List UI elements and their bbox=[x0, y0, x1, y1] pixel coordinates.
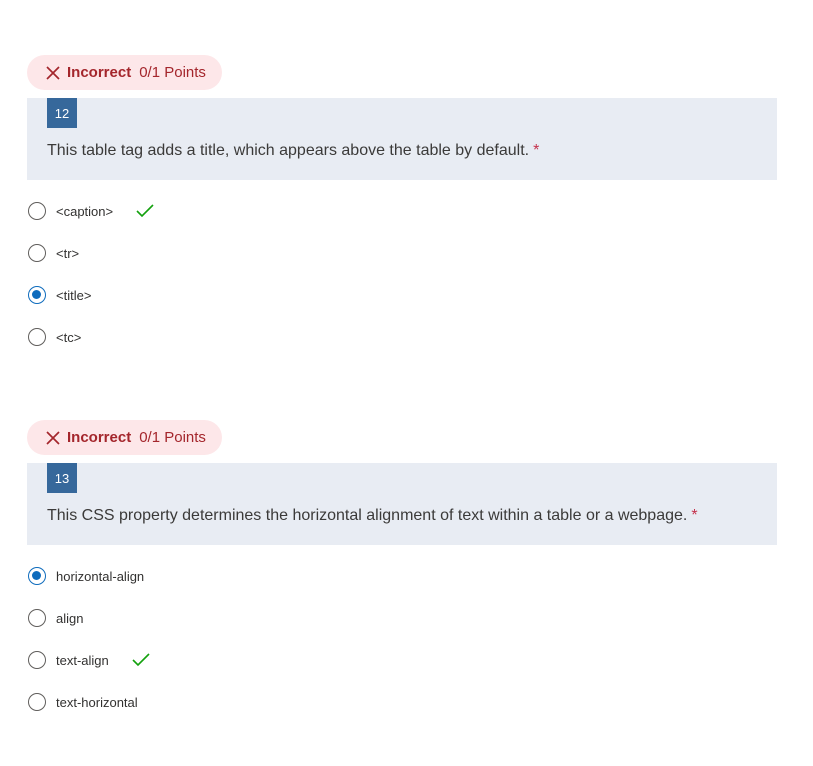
option-label: <tc> bbox=[56, 329, 82, 345]
option-label: <tr> bbox=[56, 245, 80, 261]
radio-button[interactable] bbox=[28, 609, 46, 627]
option-tr[interactable]: <tr> bbox=[27, 232, 777, 274]
option-label: <title> bbox=[56, 287, 92, 303]
question-13: Incorrect 0/1 Points 13 This CSS propert… bbox=[27, 420, 777, 723]
option-text-horizontal[interactable]: text-horizontal bbox=[27, 681, 777, 723]
option-label: align bbox=[56, 610, 84, 626]
checkmark-icon bbox=[135, 203, 155, 219]
question-text: This table tag adds a title, which appea… bbox=[47, 142, 539, 160]
option-label: horizontal-align bbox=[56, 568, 145, 584]
question-box: 13 This CSS property determines the hori… bbox=[27, 463, 777, 545]
result-points: 0/1 Points bbox=[139, 64, 206, 81]
checkmark-icon bbox=[131, 652, 151, 668]
question-box: 12 This table tag adds a title, which ap… bbox=[27, 98, 777, 180]
radio-button[interactable] bbox=[28, 244, 46, 262]
option-label: <caption> bbox=[56, 203, 114, 219]
option-label: text-align bbox=[56, 652, 109, 668]
result-status: Incorrect bbox=[67, 64, 132, 81]
question-text-content: This table tag adds a title, which appea… bbox=[47, 142, 530, 159]
question-12: Incorrect 0/1 Points 12 This table tag a… bbox=[27, 55, 777, 358]
radio-button[interactable] bbox=[28, 328, 46, 346]
question-number: 12 bbox=[47, 98, 77, 128]
option-caption[interactable]: <caption> bbox=[27, 190, 777, 232]
option-tc[interactable]: <tc> bbox=[27, 316, 777, 358]
radio-button-selected[interactable] bbox=[28, 567, 46, 585]
result-badge: Incorrect 0/1 Points bbox=[27, 55, 222, 90]
required-mark: * bbox=[691, 507, 698, 524]
options-list: <caption> <tr> <title> <tc> bbox=[27, 190, 777, 358]
question-text: This CSS property determines the horizon… bbox=[47, 507, 698, 525]
options-list: horizontal-align align text-align text-h… bbox=[27, 555, 777, 723]
option-horizontal-align[interactable]: horizontal-align bbox=[27, 555, 777, 597]
question-number: 13 bbox=[47, 463, 77, 493]
radio-button[interactable] bbox=[28, 202, 46, 220]
question-text-content: This CSS property determines the horizon… bbox=[47, 507, 688, 524]
close-x-icon bbox=[45, 65, 61, 81]
required-mark: * bbox=[533, 142, 540, 159]
result-badge: Incorrect 0/1 Points bbox=[27, 420, 222, 455]
option-align[interactable]: align bbox=[27, 597, 777, 639]
radio-button[interactable] bbox=[28, 693, 46, 711]
option-label: text-horizontal bbox=[56, 694, 138, 710]
option-text-align[interactable]: text-align bbox=[27, 639, 777, 681]
radio-button[interactable] bbox=[28, 651, 46, 669]
option-title[interactable]: <title> bbox=[27, 274, 777, 316]
result-points: 0/1 Points bbox=[139, 429, 206, 446]
close-x-icon bbox=[45, 430, 61, 446]
radio-button-selected[interactable] bbox=[28, 286, 46, 304]
result-status: Incorrect bbox=[67, 429, 132, 446]
